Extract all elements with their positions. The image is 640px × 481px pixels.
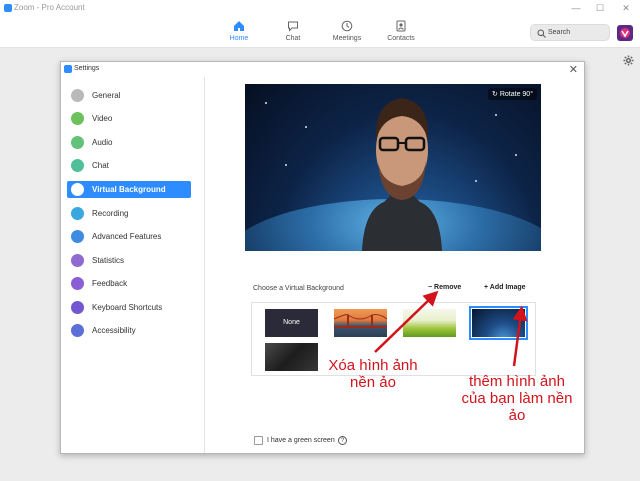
annotation-add-note: thêm hình ảnh của bạn làm nền ảo bbox=[461, 373, 573, 424]
annotation-remove-note: Xóa hình ảnh nền ảo bbox=[328, 357, 418, 391]
arrow-to-add-image bbox=[512, 305, 528, 367]
arrow-to-remove bbox=[374, 290, 439, 353]
